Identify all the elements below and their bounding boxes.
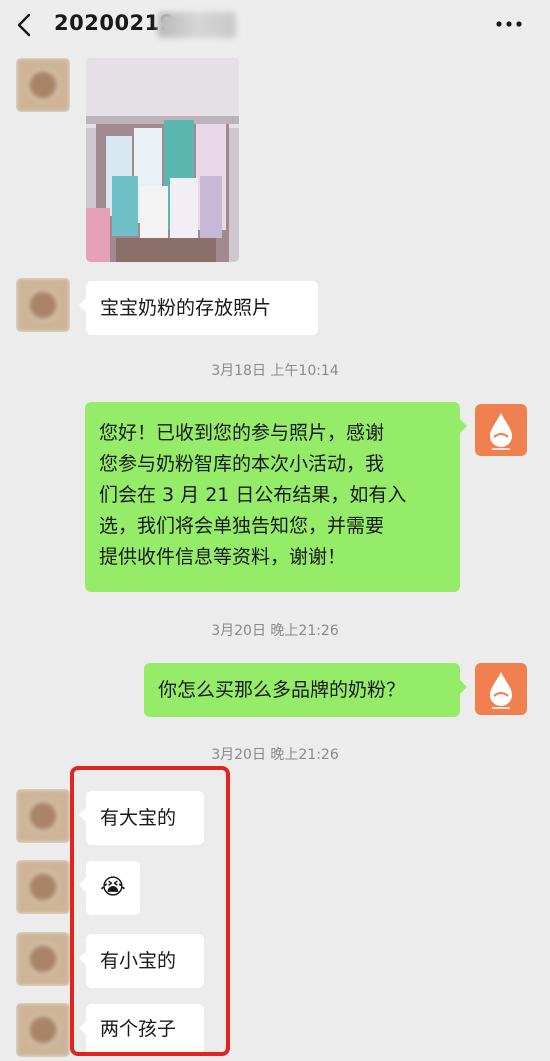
brand-avatar[interactable] (475, 404, 527, 456)
message-line: 您好！已收到您的参与照片，感谢 (99, 422, 385, 444)
message-bubble-incoming[interactable]: 宝宝奶粉的存放照片 (79, 281, 318, 335)
blurred-title-suffix (158, 12, 236, 38)
photo-message[interactable] (86, 58, 239, 262)
timestamp: 3月20日 晚上21:26 (211, 623, 339, 639)
contact-avatar[interactable] (16, 860, 70, 914)
contact-avatar[interactable] (16, 932, 70, 986)
timestamp: 3月20日 晚上21:26 (211, 747, 339, 763)
message-text: 宝宝奶粉的存放照片 (100, 297, 272, 319)
message-bubble-outgoing[interactable]: 您好！已收到您的参与照片，感谢 您参与奶粉智库的本次小活动，我 们会在 3 月 … (85, 402, 467, 592)
message-line: 选，我们将会单独告知您，并需要 (99, 515, 385, 537)
timestamp: 3月18日 上午10:14 (211, 363, 339, 379)
chat-title: 20200219 (54, 11, 175, 35)
more-dots-icon[interactable] (494, 14, 524, 34)
chat-header: 20200219 (0, 0, 550, 50)
contact-avatar[interactable] (16, 58, 70, 112)
contact-avatar[interactable] (16, 1003, 70, 1057)
message-line: 您参与奶粉智库的本次小活动，我 (99, 453, 385, 475)
photo-thumbnail (86, 58, 239, 262)
message-text: 你怎么买那么多品牌的奶粉？ (158, 679, 406, 701)
milk-drop-logo-icon (490, 672, 512, 709)
contact-avatar[interactable] (16, 789, 70, 843)
message-bubble-outgoing[interactable]: 你怎么买那么多品牌的奶粉？ (144, 663, 467, 717)
milk-drop-logo-icon (490, 413, 512, 450)
message-line: 提供收件信息等资料，谢谢！ (99, 546, 347, 568)
red-highlight-box (70, 766, 230, 1056)
contact-avatar[interactable] (16, 278, 70, 332)
message-line: 们会在 3 月 21 日公布结果，如有入 (99, 484, 407, 506)
brand-avatar[interactable] (475, 663, 527, 715)
chevron-left-icon[interactable] (14, 12, 38, 38)
